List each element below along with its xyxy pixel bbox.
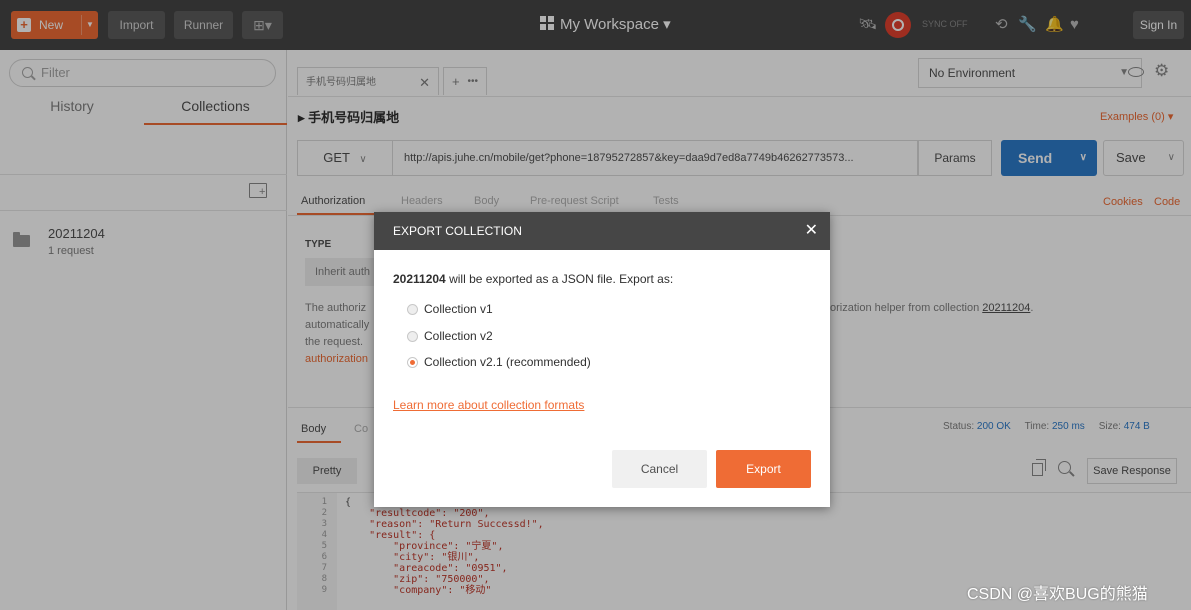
radio-button[interactable] [407, 304, 418, 315]
radio-button-checked[interactable] [407, 357, 418, 368]
cancel-button[interactable]: Cancel [612, 450, 707, 488]
modal-header: EXPORT COLLECTION ✕ [374, 212, 830, 250]
export-button[interactable]: Export [716, 450, 811, 488]
learn-more-link[interactable]: Learn more about collection formats [393, 398, 584, 412]
watermark: CSDN @喜欢BUG的熊猫 [967, 586, 1148, 603]
close-icon[interactable]: ✕ [805, 212, 818, 250]
option-label: Collection v2 [424, 329, 493, 343]
modal-message-text: will be exported as a JSON file. Export … [449, 272, 674, 286]
modal-message: 20211204 will be exported as a JSON file… [393, 272, 673, 286]
option-label: Collection v2.1 (recommended) [424, 355, 591, 369]
collection-name: 20211204 [393, 272, 446, 286]
radio-button[interactable] [407, 331, 418, 342]
modal-title: EXPORT COLLECTION [393, 224, 522, 238]
export-collection-modal: EXPORT COLLECTION ✕ 20211204 will be exp… [374, 212, 830, 507]
option-label: Collection v1 [424, 302, 493, 316]
